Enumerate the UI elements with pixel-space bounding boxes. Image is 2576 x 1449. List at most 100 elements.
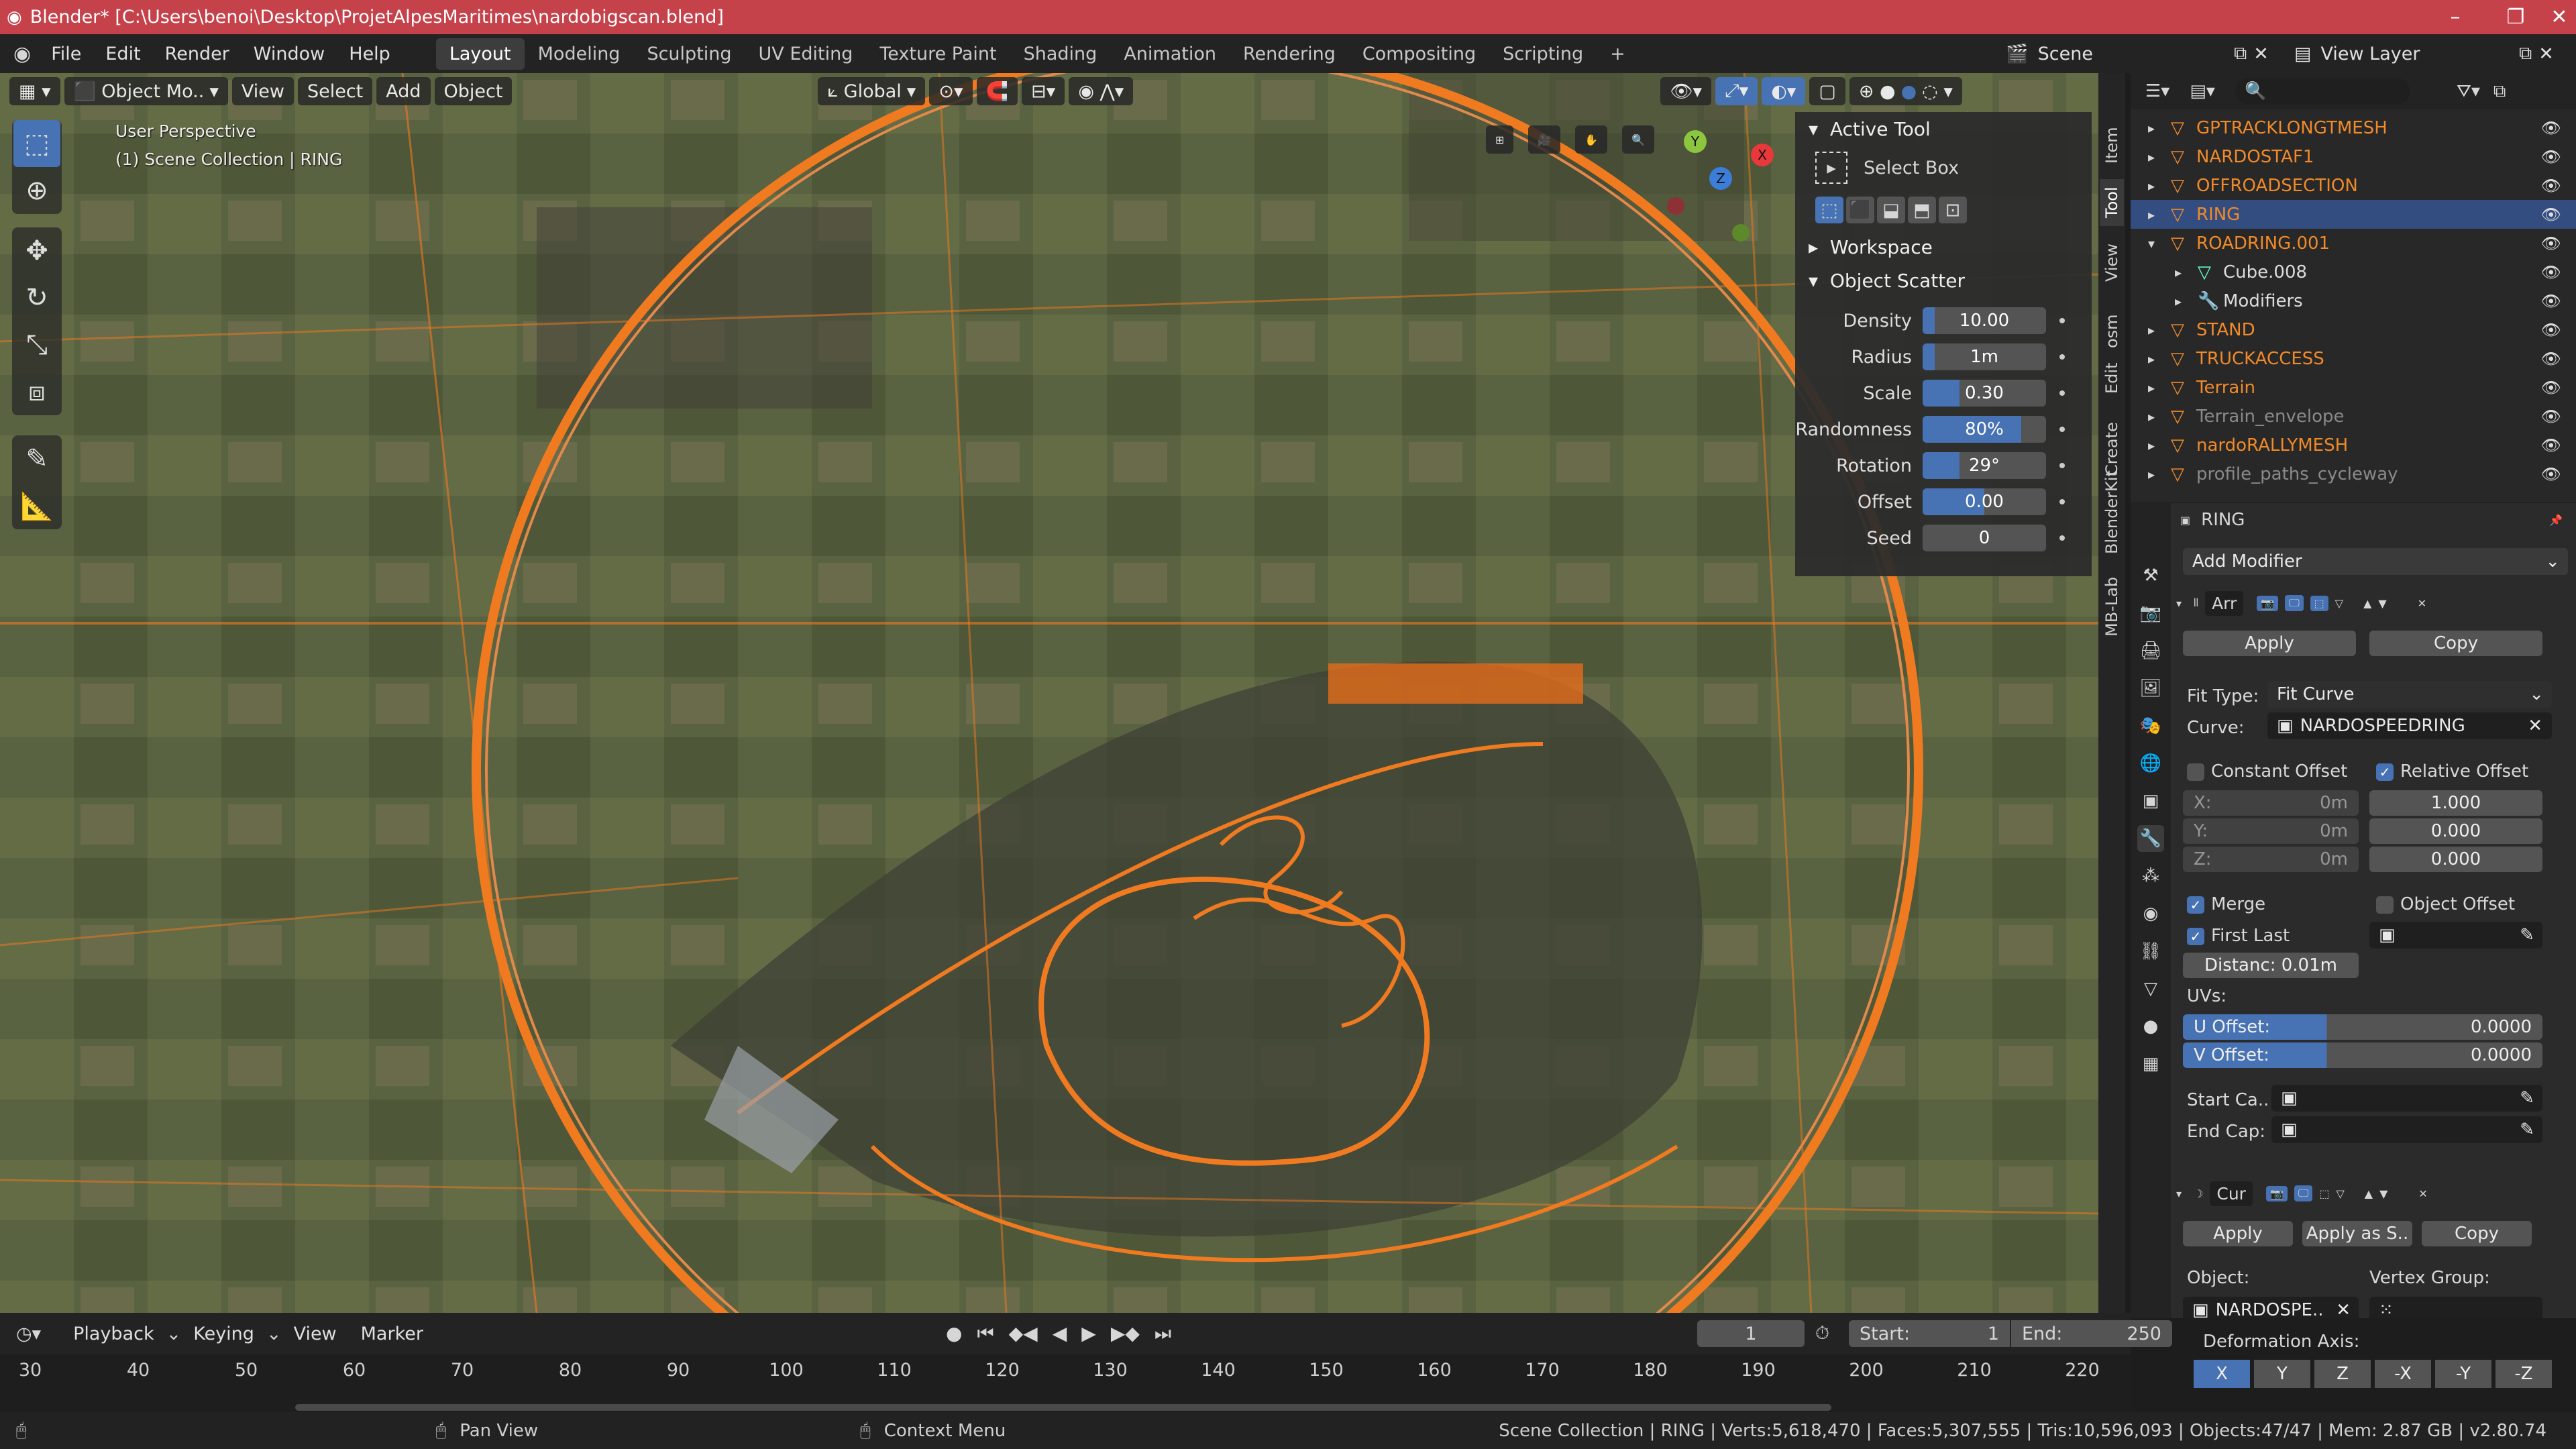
scatter-field-slider[interactable]: 29° — [1923, 452, 2046, 479]
workspace-tab-rendering[interactable]: Rendering — [1230, 38, 1349, 70]
annotate-tool-icon[interactable]: ✎ — [13, 435, 60, 482]
expand-arrow-icon[interactable]: ▸ — [2148, 466, 2155, 482]
cursor-tool-icon[interactable]: ⊕ — [13, 167, 60, 214]
collapse-curve-icon[interactable]: ▾ — [2176, 1187, 2182, 1200]
visibility-eye-icon[interactable]: 👁 — [2541, 378, 2561, 397]
start-cap-field[interactable]: ▣ ✎ — [2271, 1085, 2542, 1112]
minimize-button[interactable]: – — [2425, 0, 2485, 34]
visibility-eye-icon[interactable]: 👁 — [2541, 321, 2561, 339]
workspace-section-header[interactable]: ▸ Workspace — [1795, 230, 2092, 264]
apply-as-shape-button[interactable]: Apply as S.. — [2302, 1221, 2412, 1246]
move-down-icon[interactable]: ▼ — [2378, 597, 2386, 610]
expand-arrow-icon[interactable]: ▸ — [2148, 380, 2155, 396]
vertex-group-field[interactable]: ⁙ — [2369, 1297, 2542, 1318]
outliner-row[interactable]: ▸ ▽ OFFROADSECTION 👁 — [2131, 171, 2576, 200]
outliner-row[interactable]: ▸ 🔧 Modifiers 👁 — [2131, 286, 2576, 315]
workspace-tab-animation[interactable]: Animation — [1110, 38, 1230, 70]
sidebar-tab-item[interactable]: Item — [2100, 119, 2124, 172]
timeline-menu-playback[interactable]: Playback — [61, 1324, 166, 1344]
remove-scene-icon[interactable]: ✕ — [2253, 44, 2269, 64]
set-selection-icon[interactable]: ⬚ — [1815, 197, 1843, 223]
menu-window[interactable]: Window — [241, 44, 337, 64]
on-cage-icon[interactable]: ▽ — [2336, 1187, 2344, 1200]
add-workspace-button[interactable]: + — [1597, 38, 1639, 70]
proportional-edit-button[interactable]: ◉ ⋀▾ — [1069, 77, 1134, 105]
expand-arrow-icon[interactable]: ▸ — [2148, 409, 2155, 425]
zoom-view-icon[interactable]: 🔍 — [1622, 125, 1655, 154]
workspace-tab-scripting[interactable]: Scripting — [1489, 38, 1597, 70]
object-icon[interactable]: ▣ — [2137, 788, 2164, 814]
modifier-wrench-icon[interactable]: 🔧 — [2137, 825, 2164, 852]
snap-button[interactable]: 🧲 — [976, 77, 1018, 105]
blender-menu-icon[interactable]: ◉ — [0, 42, 39, 66]
viewport-menu-view[interactable]: View — [231, 77, 294, 105]
render-icon[interactable]: 📷 — [2137, 600, 2164, 627]
active-tool-section-header[interactable]: ▾ Active Tool — [1795, 112, 2092, 146]
snap-element-button[interactable]: ⊟▾ — [1022, 77, 1065, 105]
new-collection-icon[interactable]: ⧉ — [2493, 81, 2506, 102]
intersect-selection-icon[interactable]: ⊡ — [1939, 197, 1967, 223]
gizmo-z-axis[interactable]: Z — [1709, 167, 1732, 190]
workspace-tab-modeling[interactable]: Modeling — [525, 38, 634, 70]
play-icon[interactable]: ▶ — [1081, 1322, 1096, 1345]
edit-mode-toggle-icon[interactable]: 📷 — [2257, 595, 2279, 611]
constant-offset-z[interactable]: Z: 0m — [2183, 847, 2359, 872]
merge-distance-field[interactable]: Distanc: 0.01m — [2183, 953, 2359, 978]
curve-modifier-object-field[interactable]: ▣ NARDOSPE.. ✕ — [2183, 1297, 2359, 1318]
merge-checkbox[interactable]: ✓ Merge — [2187, 894, 2265, 914]
object-scatter-section-header[interactable]: ▾ Object Scatter — [1795, 264, 2092, 297]
constant-offset-checkbox[interactable]: Constant Offset — [2187, 761, 2347, 782]
preview-range-icon[interactable]: ⏱ — [1815, 1323, 1829, 1344]
play-reverse-icon[interactable]: ◀ — [1053, 1322, 1067, 1345]
scatter-field-slider[interactable]: 0.30 — [1923, 380, 2046, 407]
overlay-toggle-button[interactable]: ◐▾ — [1762, 77, 1806, 105]
menu-render[interactable]: Render — [153, 44, 241, 64]
move-up-icon[interactable]: ▲ — [2363, 597, 2371, 610]
keyframe-dot-icon[interactable] — [2059, 354, 2065, 360]
render-toggle-icon[interactable]: 🖵 — [2294, 1185, 2313, 1201]
deformation-axis-neg-z[interactable]: -Z — [2496, 1360, 2552, 1388]
copy-curve-button[interactable]: Copy — [2422, 1221, 2532, 1246]
extend-selection-icon[interactable]: ⬛ — [1846, 197, 1874, 223]
gizmo-x-axis[interactable]: X — [1751, 144, 1774, 166]
3d-viewport[interactable]: ▦ ▾ ⬛ Object Mo.. ▾ View Select Add Object… — [0, 73, 2098, 1313]
outliner-row[interactable]: ▾ ▽ ROADRING.001 👁 — [2131, 229, 2576, 258]
clear-object-icon[interactable]: ✕ — [2336, 1300, 2351, 1318]
relative-offset-checkbox[interactable]: ✓ Relative Offset — [2376, 761, 2528, 782]
constant-offset-y[interactable]: Y: 0m — [2183, 818, 2359, 844]
remove-curve-modifier-icon[interactable]: ✕ — [2418, 1187, 2427, 1200]
move-down-icon[interactable]: ▼ — [2379, 1187, 2387, 1200]
pin-icon[interactable]: 📌 — [2549, 514, 2563, 527]
end-frame-field[interactable]: End: 250 — [2011, 1320, 2172, 1347]
viewport-menu-object[interactable]: Object — [434, 77, 513, 105]
workspace-tab-sculpting[interactable]: Sculpting — [633, 38, 745, 70]
material-icon[interactable]: ● — [2137, 1013, 2164, 1040]
expand-arrow-icon[interactable]: ▸ — [2148, 322, 2155, 338]
copy-array-button[interactable]: Copy — [2369, 631, 2542, 656]
workspace-tab-compositing[interactable]: Compositing — [1349, 38, 1489, 70]
sidebar-tab-view[interactable]: View — [2100, 233, 2124, 293]
scene-selector[interactable]: Scene — [2038, 44, 2093, 64]
new-scene-icon[interactable]: ⧉ — [2234, 43, 2247, 64]
keyframe-dot-icon[interactable] — [2059, 318, 2065, 323]
viewport-menu-select[interactable]: Select — [297, 77, 373, 105]
curve-modifier-name-field[interactable]: Cur — [2210, 1181, 2253, 1206]
collapse-array-icon[interactable]: ▾ — [2176, 597, 2182, 610]
gizmo-neg-x[interactable] — [1667, 197, 1684, 215]
current-frame-field[interactable]: 1 — [1697, 1320, 1805, 1347]
expand-arrow-icon[interactable]: ▾ — [2148, 235, 2155, 252]
object-offset-checkbox[interactable]: Object Offset — [2376, 894, 2515, 914]
outliner-search-field[interactable]: 🔍 — [2235, 78, 2410, 104]
gizmo-y-axis[interactable]: Y — [1684, 130, 1707, 153]
world-icon[interactable]: 🌐 — [2137, 750, 2164, 777]
deformation-axis-neg-y[interactable]: -Y — [2435, 1360, 2491, 1388]
visibility-eye-icon[interactable]: 👁 — [2541, 465, 2561, 484]
remove-view-layer-icon[interactable]: ✕ — [2538, 44, 2554, 64]
xray-toggle-button[interactable]: ▢ — [1809, 77, 1845, 105]
relative-offset-z[interactable]: 0.000 — [2369, 847, 2542, 872]
keyframe-dot-icon[interactable] — [2059, 499, 2065, 504]
scatter-field-slider[interactable]: 0.00 — [1923, 488, 2046, 515]
transform-orientation-dropdown[interactable]: ⟀ Global ▾ — [818, 77, 926, 105]
apply-array-button[interactable]: Apply — [2183, 631, 2356, 656]
timeline-editor-type-icon[interactable]: ◷▾ — [16, 1324, 41, 1344]
